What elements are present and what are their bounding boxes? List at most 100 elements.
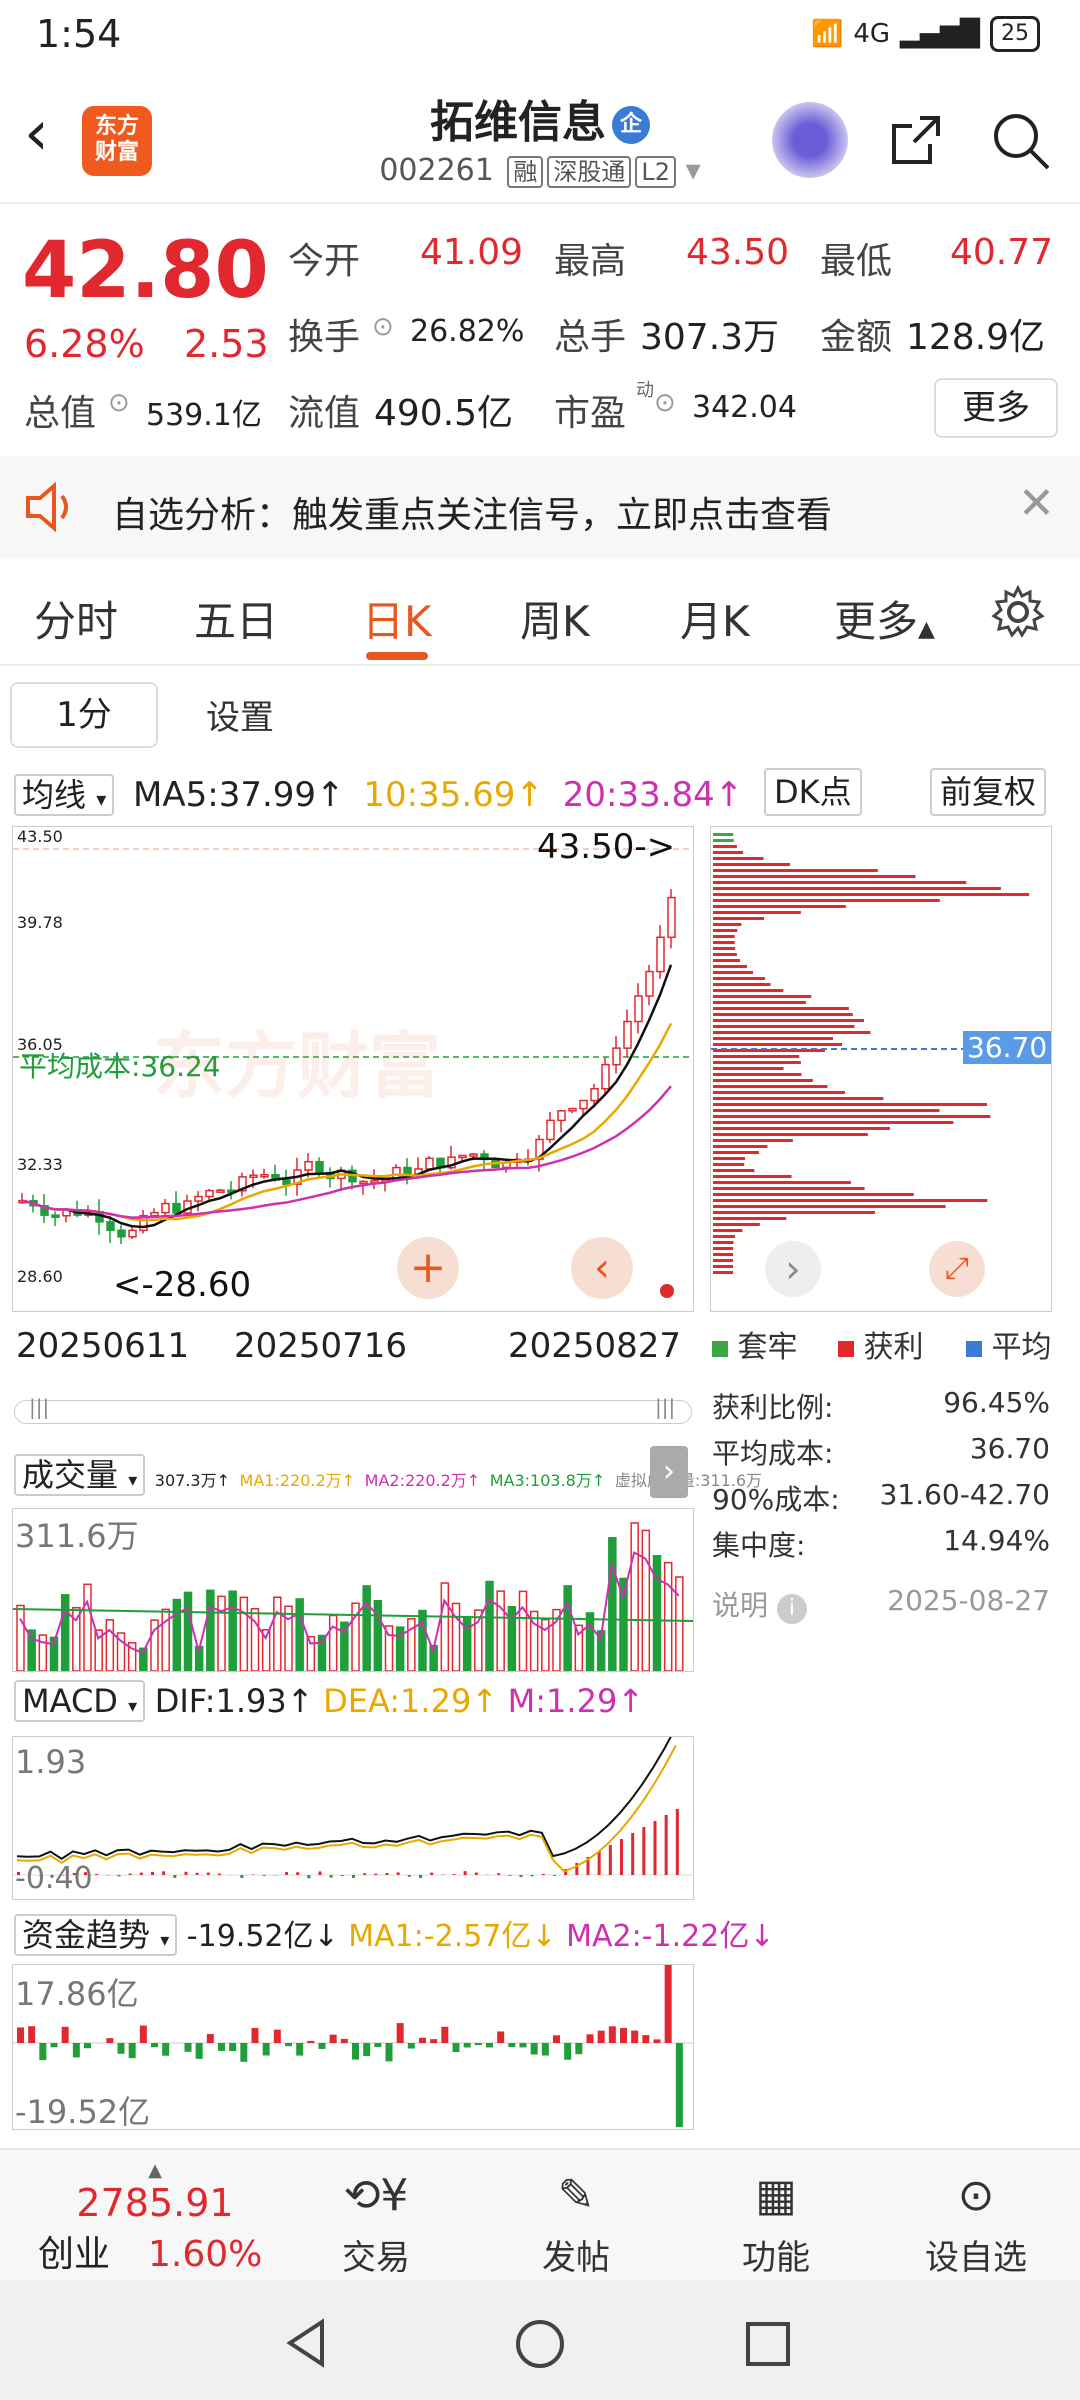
fund-bar (352, 2043, 359, 2060)
chip-bar (713, 1097, 884, 1100)
fund-bar (240, 2043, 248, 2062)
macd-bar (608, 1845, 612, 1875)
chevron-left-icon[interactable]: ‹ (571, 1237, 633, 1299)
volume-chart[interactable]: 311.6万 (12, 1508, 694, 1672)
macd-dropdown[interactable]: MACD ▾ (14, 1680, 146, 1722)
volume-bar (608, 1537, 617, 1671)
candle-body (128, 1229, 137, 1238)
tab-five-day[interactable]: 五日 (194, 588, 278, 649)
assistant-avatar-icon[interactable] (772, 102, 848, 178)
drag-handle-right[interactable]: ||| (655, 1395, 675, 1419)
post-button[interactable]: ✎ 发帖 (476, 2170, 676, 2279)
trade-button[interactable]: ⟲¥ 交易 (276, 2170, 476, 2279)
low-value: 40.77 (950, 232, 1054, 273)
chevron-right-icon[interactable]: › (765, 1241, 821, 1297)
chip-bar (713, 881, 967, 884)
low-label: 最低 (820, 241, 893, 282)
note-link[interactable]: 说明 i (712, 1584, 807, 1624)
notice-banner[interactable]: 自选分析：触发重点关注信号，立即点击查看 ✕ (0, 456, 1080, 558)
tab-monthly-k[interactable]: 月K (680, 588, 750, 649)
fund-dropdown[interactable]: 资金趋势 ▾ (14, 1914, 178, 1956)
fund-bar (620, 2027, 627, 2043)
volume-bar (652, 1555, 662, 1671)
chart-scrollbar[interactable]: ||| ||| (14, 1395, 692, 1424)
fund-bar (195, 2043, 203, 2059)
tab-more[interactable]: 更多▲ (834, 588, 935, 649)
fund-bar (664, 1965, 672, 2043)
settings-button[interactable]: 设置 (206, 690, 274, 739)
volume-bar (641, 1529, 651, 1671)
stat-avgcost-value: 36.70 (969, 1432, 1050, 1465)
info-icon[interactable]: ⊙ (372, 312, 394, 342)
chip-bar (713, 1157, 745, 1160)
candle-body (623, 1020, 632, 1049)
tab-daily-k[interactable]: 日K (362, 588, 432, 649)
tab-intraday[interactable]: 分时 (34, 588, 118, 649)
fund-chart[interactable]: 17.86亿 -19.52亿 (12, 1964, 694, 2131)
macd-header: MACD ▾ DIF:1.93↑ DEA:1.29↑ M:1.29↑ (14, 1680, 644, 1722)
search-icon[interactable] (990, 110, 1052, 172)
info-icon[interactable]: ⊙ (654, 388, 676, 418)
chip-bar (713, 899, 940, 902)
volume-dropdown[interactable]: 成交量 ▾ (14, 1454, 146, 1496)
chip-bar (713, 1217, 787, 1220)
macd-bar (162, 1871, 166, 1875)
chip-bar (713, 941, 735, 944)
macd-bar (407, 1875, 411, 1877)
adjust-price-button[interactable]: 前复权 (930, 768, 1047, 816)
function-button[interactable]: ▦ 功能 (676, 2170, 876, 2279)
chip-bar (713, 1103, 987, 1106)
close-icon[interactable]: ✕ (1018, 478, 1055, 529)
fund-bar (631, 2030, 639, 2043)
kline-chart[interactable]: 43.50 39.78 36.05 32.33 28.60 43.50-> <-… (12, 826, 694, 1312)
chip-bar (713, 1055, 800, 1058)
info-icon[interactable]: ⊙ (108, 388, 130, 418)
dif-line (16, 1737, 672, 1861)
chip-bar (713, 887, 1001, 890)
notice-text: 自选分析：触发重点关注信号，立即点击查看 (112, 495, 833, 536)
fund-bar (50, 2043, 58, 2048)
chevron-right-icon[interactable]: › (650, 1446, 688, 1498)
gear-icon[interactable] (990, 584, 1046, 640)
latest-dot (660, 1284, 674, 1298)
legend-swatch-green (712, 1341, 728, 1357)
chip-bar (713, 1115, 991, 1118)
volume-bar (663, 1561, 673, 1671)
add-watchlist-button[interactable]: ⊙ 设自选 (876, 2170, 1076, 2279)
chip-bar (713, 983, 771, 986)
more-quote-button[interactable]: 更多 (934, 378, 1058, 438)
chip-bar (713, 1091, 845, 1094)
edit-icon: ✎ (557, 2170, 595, 2221)
nav-back-icon[interactable] (282, 2318, 332, 2368)
index-ticker[interactable]: ▲ 2785.91 创业 1.60% (20, 2160, 290, 2277)
fund-bar (374, 2043, 382, 2047)
drag-handle-left[interactable]: ||| (29, 1395, 49, 1419)
nav-home-icon[interactable] (514, 2318, 566, 2370)
tab-weekly-k[interactable]: 周K (520, 588, 590, 649)
chip-bar (713, 1139, 793, 1142)
ma-row: 均线 ▾ MA5:37.99↑ 10:35.69↑ 20:33.84↑ (14, 770, 743, 816)
chip-bar (713, 1025, 855, 1028)
stat-concentration-value: 14.94% (943, 1524, 1050, 1557)
chip-bar (713, 863, 790, 866)
chip-bar (713, 935, 735, 938)
macd-chart[interactable]: 1.93 -0.40 (12, 1736, 694, 1900)
zoom-in-button[interactable]: + (397, 1237, 459, 1299)
dk-point-button[interactable]: DK点 (764, 768, 862, 816)
share-icon[interactable] (886, 110, 946, 170)
chip-bar (713, 1109, 940, 1112)
ma-dropdown[interactable]: 均线 ▾ (14, 774, 115, 816)
volume-bar (60, 1594, 70, 1671)
pe-value: 342.04 (692, 390, 797, 425)
minute-period-button[interactable]: 1分 (10, 682, 158, 748)
chip-distribution[interactable]: 36.70 › ⤢ (710, 826, 1052, 1312)
high-marker: 43.50-> (537, 827, 676, 867)
chevron-down-icon: ▾ (160, 1930, 170, 1951)
volume-bar (250, 1608, 260, 1671)
nav-recents-icon[interactable] (744, 2320, 792, 2368)
fund-bar (586, 2034, 594, 2043)
expand-icon[interactable]: ⤢ (929, 1241, 985, 1297)
volume-bar (518, 1590, 528, 1671)
volume-bar (217, 1595, 226, 1671)
mktcap-label: 总值 (24, 393, 97, 434)
